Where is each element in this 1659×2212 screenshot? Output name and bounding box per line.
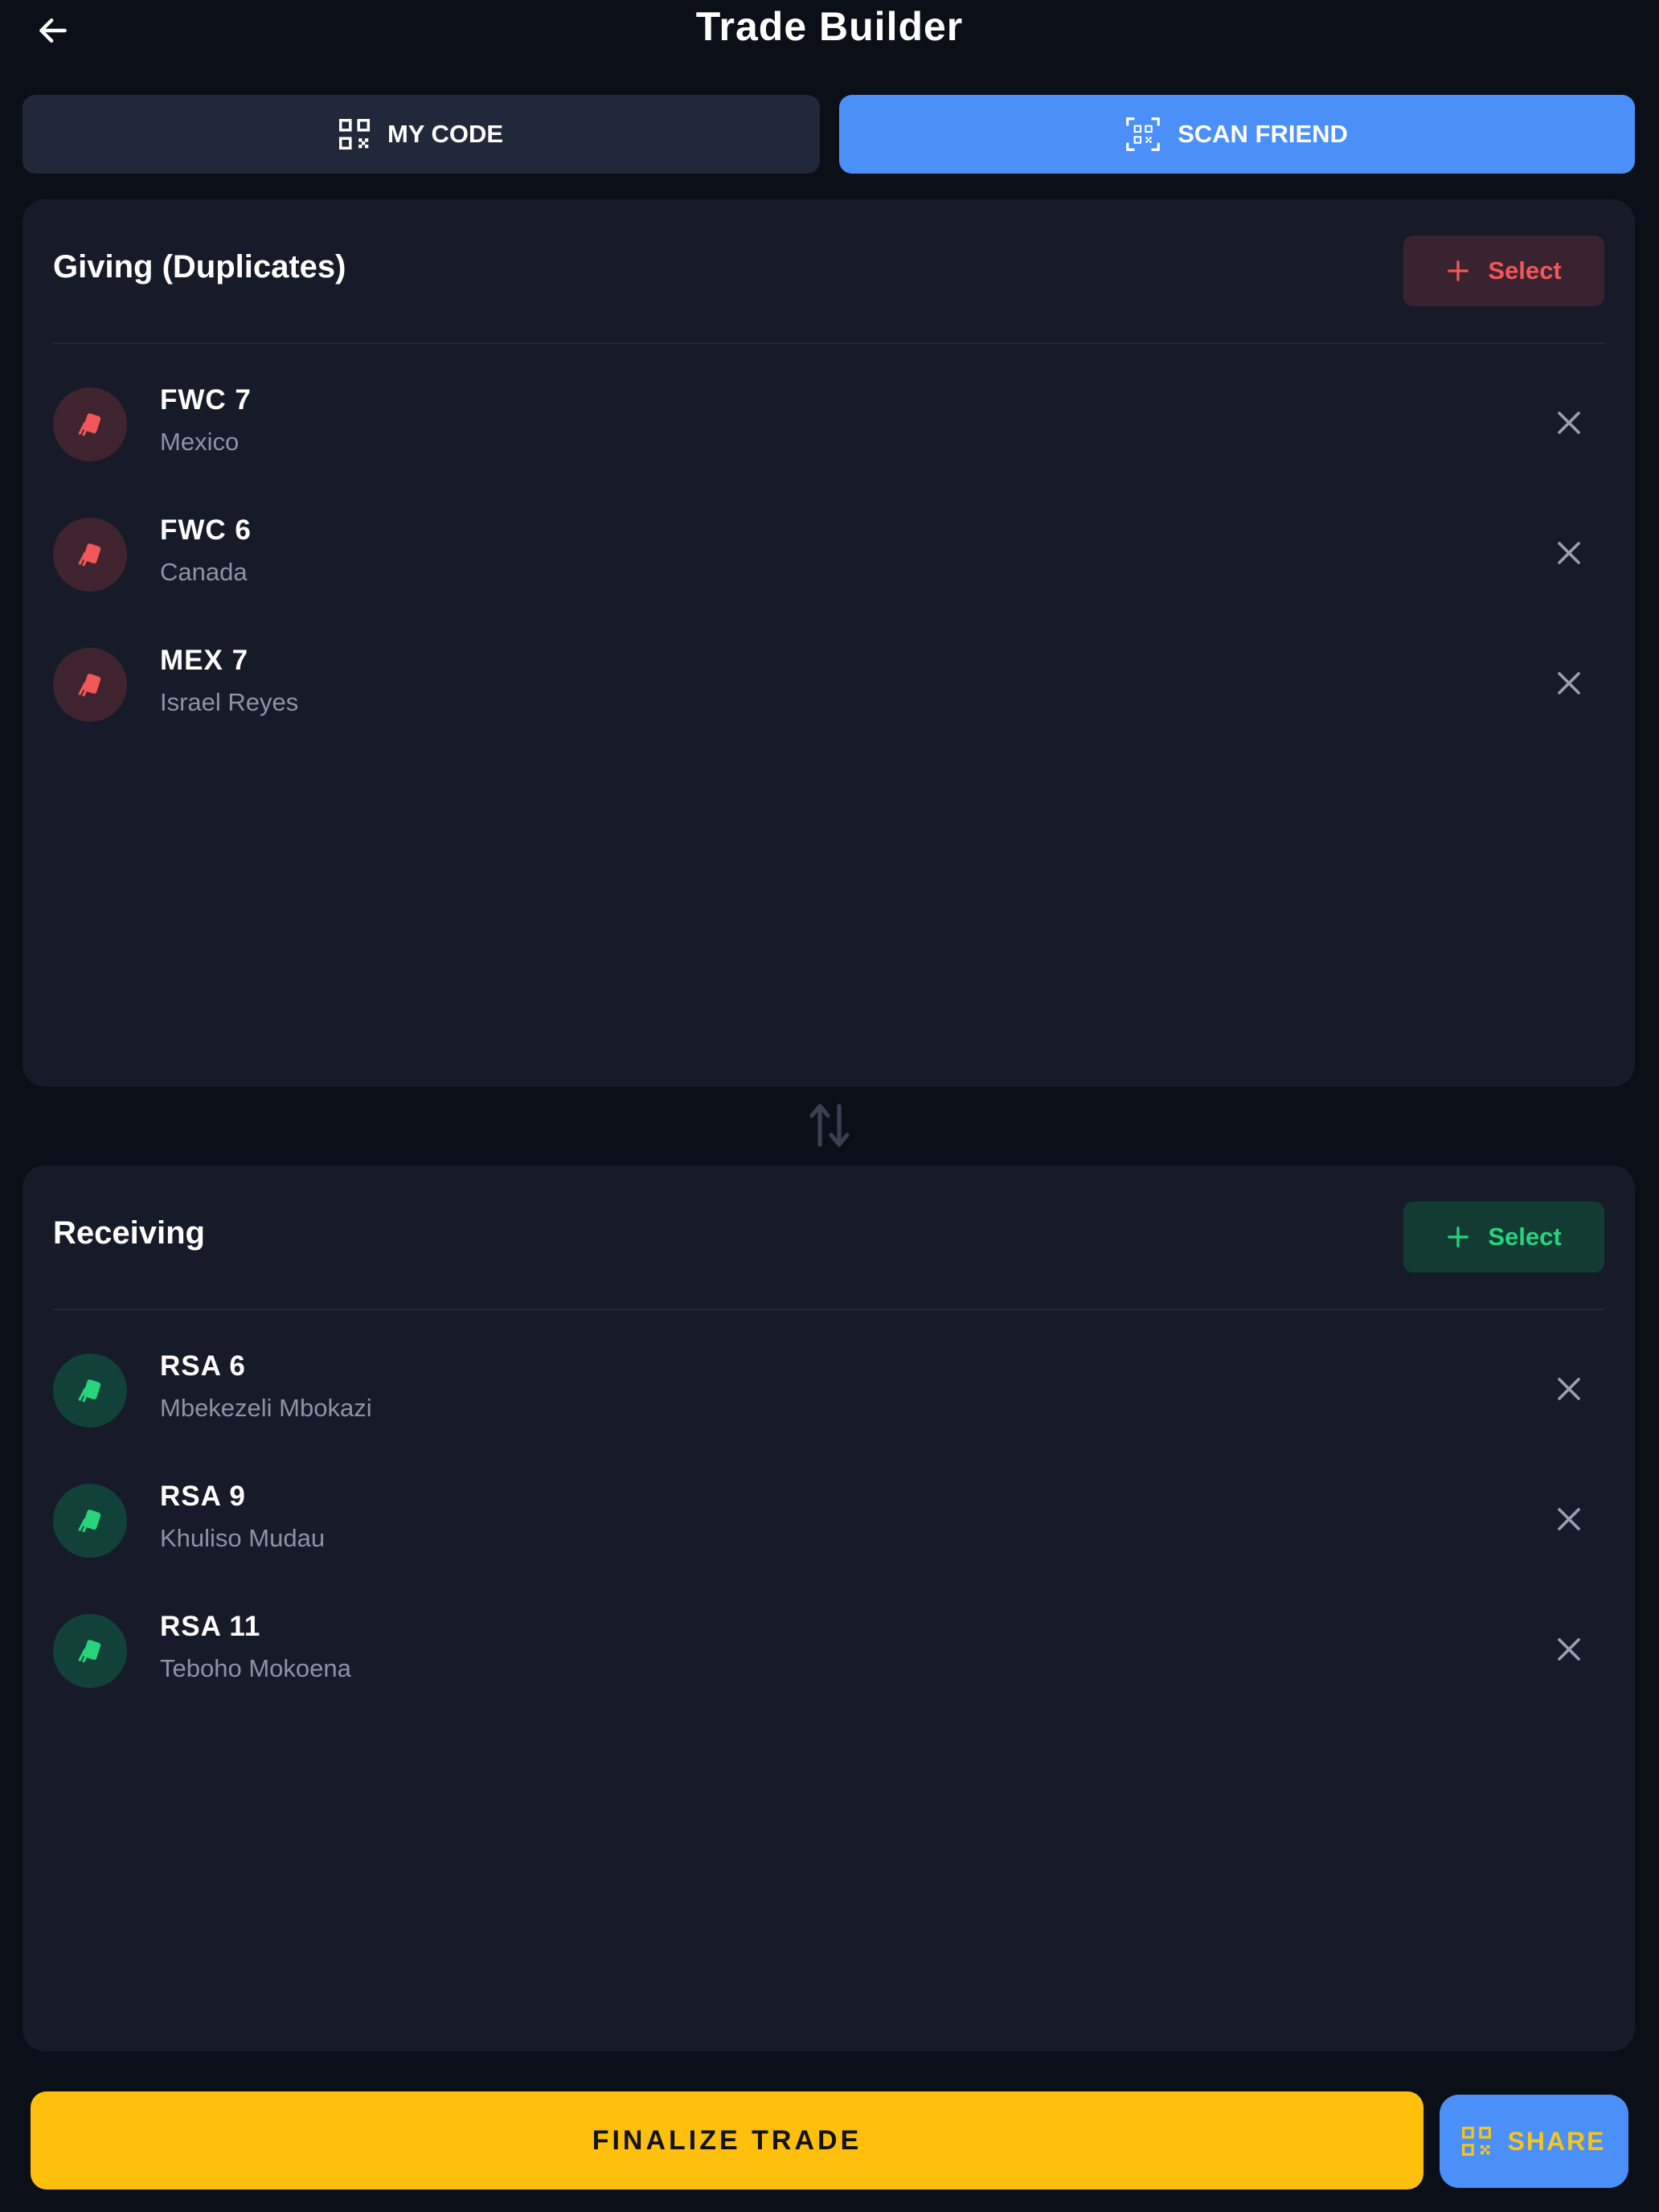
card-avatar — [53, 1484, 127, 1558]
close-icon — [1558, 672, 1580, 694]
list-item: MEX 7 Israel Reyes — [53, 635, 1604, 731]
card-avatar — [53, 1354, 127, 1428]
card-icon — [78, 1637, 103, 1663]
header-bar: Trade Builder — [0, 0, 1659, 64]
plus-icon — [1448, 1227, 1469, 1247]
card-icon — [78, 541, 103, 567]
qr-scan-icon — [1126, 117, 1160, 151]
giving-select-label: Select — [1488, 256, 1562, 285]
share-label: SHARE — [1507, 2126, 1606, 2156]
scan-friend-label: SCAN FRIEND — [1178, 120, 1348, 148]
giving-title: Giving (Duplicates) — [53, 249, 346, 285]
remove-button[interactable] — [1551, 535, 1587, 571]
receiving-panel: Receiving Select RSA 6 Mbekezeli Mbokazi… — [23, 1165, 1635, 2051]
finalize-trade-button[interactable]: FINALIZE TRADE — [31, 2091, 1423, 2189]
share-button[interactable]: SHARE — [1440, 2095, 1628, 2188]
item-name: Mexico — [160, 428, 240, 456]
page-title: Trade Builder — [695, 4, 964, 49]
item-name: Mbekezeli Mbokazi — [160, 1394, 372, 1422]
receiving-title: Receiving — [53, 1215, 205, 1251]
card-icon — [78, 411, 103, 436]
item-name: Khuliso Mudau — [160, 1524, 326, 1552]
scan-friend-button[interactable]: SCAN FRIEND — [839, 95, 1635, 174]
card-icon — [78, 671, 103, 697]
list-item: FWC 6 Canada — [53, 505, 1604, 601]
giving-select-button[interactable]: Select — [1403, 236, 1604, 306]
list-item: RSA 9 Khuliso Mudau — [53, 1471, 1604, 1567]
item-code: FWC 6 — [160, 514, 252, 546]
card-avatar — [53, 518, 127, 592]
my-code-button[interactable]: MY CODE — [23, 95, 820, 174]
remove-button[interactable] — [1551, 666, 1587, 701]
list-item: RSA 11 Teboho Mokoena — [53, 1601, 1604, 1698]
swap-arrows-icon — [809, 1104, 850, 1147]
card-avatar — [53, 387, 127, 461]
close-icon — [1558, 412, 1580, 434]
item-code: RSA 6 — [160, 1350, 246, 1382]
close-icon — [1558, 1638, 1580, 1661]
close-icon — [1558, 1378, 1580, 1400]
divider — [53, 342, 1604, 344]
qr-code-icon — [1462, 2127, 1492, 2156]
receiving-select-button[interactable]: Select — [1403, 1202, 1604, 1272]
remove-button[interactable] — [1551, 1501, 1587, 1537]
item-code: FWC 7 — [160, 384, 252, 416]
remove-button[interactable] — [1551, 405, 1587, 440]
item-name: Teboho Mokoena — [160, 1654, 351, 1682]
giving-panel: Giving (Duplicates) Select FWC 7 Mexico … — [23, 199, 1635, 1087]
divider — [53, 1309, 1604, 1310]
remove-button[interactable] — [1551, 1371, 1587, 1407]
card-icon — [78, 1507, 103, 1533]
receiving-select-label: Select — [1488, 1223, 1562, 1251]
item-code: MEX 7 — [160, 645, 249, 676]
item-code: RSA 9 — [160, 1481, 246, 1512]
item-name: Canada — [160, 558, 248, 586]
list-item: RSA 6 Mbekezeli Mbokazi — [53, 1341, 1604, 1437]
my-code-label: MY CODE — [387, 120, 504, 148]
close-icon — [1558, 542, 1580, 564]
plus-icon — [1448, 260, 1469, 281]
item-code: RSA 11 — [160, 1611, 261, 1642]
card-avatar — [53, 648, 127, 722]
card-avatar — [53, 1614, 127, 1688]
item-name: Israel Reyes — [160, 688, 299, 716]
list-item: FWC 7 Mexico — [53, 375, 1604, 471]
close-icon — [1558, 1508, 1580, 1530]
remove-button[interactable] — [1551, 1632, 1587, 1667]
card-icon — [78, 1377, 103, 1403]
qr-code-icon — [338, 119, 370, 150]
